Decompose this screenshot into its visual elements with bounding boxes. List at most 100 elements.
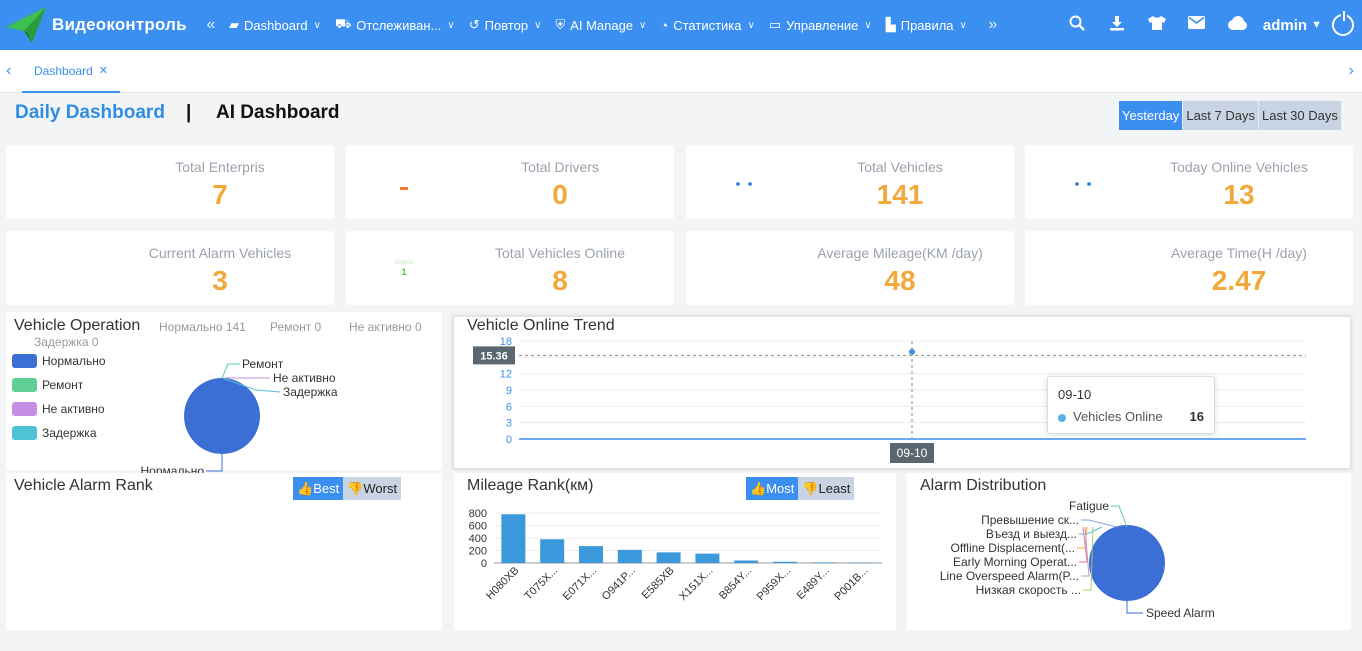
bar bbox=[656, 552, 681, 563]
chevron-left-icon[interactable]: ‹ bbox=[6, 62, 11, 80]
car-icon bbox=[1072, 174, 1094, 191]
chart-tooltip: 09-10 Vehicles Online 16 bbox=[1047, 376, 1215, 434]
range-7-days-button[interactable]: Last 7 Days bbox=[1183, 101, 1259, 130]
stat-icon-circle bbox=[1059, 158, 1107, 206]
pie-label-line bbox=[1111, 505, 1128, 528]
caret-down-icon[interactable]: ▼ bbox=[1311, 19, 1322, 31]
menu-scroll-right-icon[interactable]: » bbox=[982, 16, 1004, 34]
top-navbar: Видеоконтроль « ▰ Dashboard ∨ ⛟ Отслеживан.… bbox=[0, 0, 1362, 50]
stat-label: Total Vehicles bbox=[857, 159, 943, 175]
legend-item-inactive[interactable]: Не активно bbox=[12, 402, 105, 416]
stat-label: Total Drivers bbox=[521, 159, 599, 175]
stat-label: Today Online Vehicles bbox=[1170, 159, 1308, 175]
stat-label: Total Enterpris bbox=[175, 159, 265, 175]
stat-card-alarm-vehicles: Current Alarm Vehicles 3 bbox=[6, 231, 334, 305]
stat-value: 3 bbox=[212, 265, 228, 296]
chevron-down-icon: ∨ bbox=[447, 19, 455, 31]
y-tick-label: 0 bbox=[506, 434, 512, 446]
y-tick-label: 800 bbox=[469, 508, 487, 520]
paper-plane-icon bbox=[6, 7, 46, 43]
tooltip-date: 09-10 bbox=[1058, 387, 1092, 402]
bar bbox=[811, 562, 836, 563]
legend-item-normal[interactable]: Нормально bbox=[12, 354, 106, 368]
range-yesterday-button[interactable]: Yesterday bbox=[1119, 101, 1184, 130]
cloud-icon[interactable] bbox=[1217, 15, 1257, 35]
ai-dashboard-tab[interactable]: AI Dashboard bbox=[216, 102, 340, 124]
online-trend-line-chart: 036912151815.3609-10 bbox=[473, 336, 1306, 463]
stat-value: 141 bbox=[876, 179, 924, 210]
x-tick-label: T075X... bbox=[522, 565, 560, 603]
x-tick-label: P001B... bbox=[832, 565, 870, 603]
menu-item-rules[interactable]: ▙ Правила ∨ bbox=[879, 0, 974, 50]
tab-dashboard[interactable]: Dashboard ✕ bbox=[22, 50, 120, 93]
stat-card-drivers: Total Drivers 0 bbox=[346, 145, 674, 219]
car-icon bbox=[733, 174, 755, 191]
stat-value: 2.47 bbox=[1211, 265, 1267, 296]
stat-icon-circle: 1 bbox=[380, 244, 428, 292]
menu-item-statistics[interactable]: ◔ Статистика ∨ bbox=[653, 0, 761, 50]
daily-dashboard-tab[interactable]: Daily Dashboard bbox=[15, 102, 165, 124]
mail-icon[interactable] bbox=[1177, 16, 1217, 34]
operation-stat-normal: Нормально 141 bbox=[159, 320, 246, 334]
calendar-icon: 1 bbox=[395, 257, 413, 277]
app-logo[interactable]: Видеоконтроль bbox=[0, 0, 200, 50]
pie-label: Превышение ск... bbox=[981, 513, 1079, 527]
stat-icon-circle bbox=[720, 158, 768, 206]
menu-item-tracking[interactable]: ⛟ Отслеживан... ∨ bbox=[328, 0, 462, 50]
driver-icon bbox=[394, 172, 414, 192]
pie-slice-speed-alarm bbox=[1089, 525, 1165, 601]
stat-card-enterprises: Total Enterpris 7 bbox=[6, 145, 334, 219]
operation-stat-inactive: Не активно 0 bbox=[349, 320, 422, 334]
mileage-rank-panel: Mileage Rank(км) 👍 Most 👎 Least 0 200 400 600… bbox=[454, 473, 896, 630]
y-tick-label: 3 bbox=[506, 418, 512, 430]
alarm-distribution-pie-chart: FatigueПревышение ск...Въезд и выезд...O… bbox=[940, 499, 1215, 620]
chevron-right-icon[interactable]: › bbox=[1349, 62, 1354, 80]
alarm-rank-panel: Vehicle Alarm Rank 👍 Best 👎 Worst bbox=[6, 473, 442, 630]
close-icon[interactable]: ✕ bbox=[99, 64, 108, 77]
worst-button[interactable]: 👎 Worst bbox=[343, 477, 402, 500]
tshirt-icon[interactable] bbox=[1137, 15, 1177, 36]
pie-label: Line Overspeed Alarm(P... bbox=[940, 569, 1079, 583]
stat-icon-circle bbox=[1059, 244, 1107, 292]
flag-icon bbox=[56, 173, 70, 191]
operation-stat-repair: Ремонт 0 bbox=[270, 320, 322, 334]
x-tick-label: H080XB bbox=[484, 565, 521, 602]
thumbs-up-icon: 👍 bbox=[297, 480, 314, 496]
legend-swatch bbox=[12, 426, 37, 440]
menu-item-playback[interactable]: ↺ Повтор ∨ bbox=[462, 0, 549, 50]
stat-value: 13 bbox=[1223, 179, 1255, 210]
stat-label: Average Time(H /day) bbox=[1171, 245, 1307, 261]
stat-card-vehicles: Total Vehicles 141 bbox=[686, 145, 1014, 219]
bar bbox=[734, 560, 759, 563]
menu-item-ai-manage[interactable]: ⛨ AI Manage ∨ bbox=[548, 0, 653, 50]
pie-label-inactive: Не активно bbox=[273, 371, 336, 385]
legend-swatch bbox=[12, 378, 37, 392]
bar bbox=[540, 539, 565, 563]
best-button[interactable]: 👍 Best bbox=[293, 477, 344, 500]
range-30-days-button[interactable]: Last 30 Days bbox=[1259, 101, 1342, 130]
stat-card-average-time: Average Time(H /day) 2.47 bbox=[1025, 231, 1353, 305]
x-tick-label: X151X... bbox=[677, 565, 715, 603]
legend-item-repair[interactable]: Ремонт bbox=[12, 378, 83, 392]
operation-stat-delay: Задержка 0 bbox=[34, 335, 99, 349]
power-icon[interactable] bbox=[1332, 11, 1354, 36]
y-tick-label: 400 bbox=[469, 533, 487, 545]
search-icon[interactable] bbox=[1057, 15, 1097, 36]
menu-item-dashboard[interactable]: ▰ Dashboard ∨ bbox=[222, 0, 328, 50]
pie-slice-normal[interactable] bbox=[184, 378, 260, 454]
menu-scroll-left-icon[interactable]: « bbox=[200, 16, 222, 34]
menu-item-management[interactable]: ▭ Управление ∨ bbox=[762, 0, 879, 50]
x-tick-label: P959X... bbox=[755, 565, 793, 603]
panel-title: Vehicle Operation bbox=[14, 317, 141, 334]
x-tick-label: E585XB bbox=[640, 565, 677, 602]
bus-icon: ▭ bbox=[768, 17, 782, 32]
car-icon: ⛟ bbox=[334, 16, 352, 31]
stat-icon-circle bbox=[720, 244, 768, 292]
legend-item-delay[interactable]: Задержка bbox=[12, 426, 97, 440]
download-icon[interactable] bbox=[1097, 15, 1137, 36]
user-name[interactable]: admin bbox=[1263, 17, 1307, 34]
alarm-distribution-panel: Alarm Distribution Fatigue Превышение ск.… bbox=[907, 473, 1351, 630]
flag-icon bbox=[736, 259, 750, 277]
history-icon: ↺ bbox=[468, 17, 480, 32]
panel-title: Vehicle Alarm Rank bbox=[14, 477, 153, 494]
